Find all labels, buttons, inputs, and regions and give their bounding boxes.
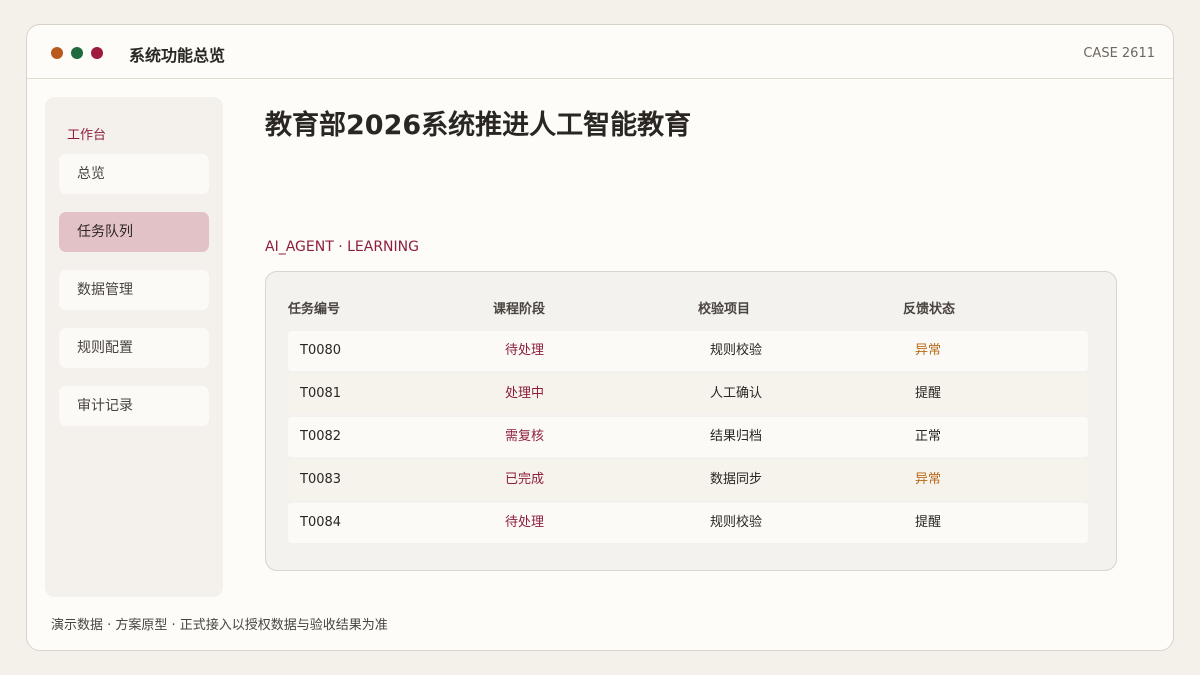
table-row[interactable]: T0081 处理中 人工确认 提醒 [288,374,1088,414]
task-table: 任务编号 课程阶段 校验项目 反馈状态 T0080 待处理 规则校验 异常 T0… [265,271,1117,571]
cell-task-id: T0083 [300,472,342,487]
cell-feedback-status: 正常 [915,429,942,444]
column-header-task-id[interactable]: 任务编号 [288,298,340,317]
table-row[interactable]: T0082 需复核 结果归档 正常 [288,417,1088,457]
cell-course-stage: 已完成 [505,472,545,487]
window-dot-orange[interactable] [51,47,63,59]
window-title: 系统功能总览 [129,46,226,65]
cell-course-stage: 处理中 [505,386,545,401]
sidebar-item-audit-log[interactable]: 审计记录 [59,386,209,426]
cell-feedback-status: 提醒 [915,515,942,530]
column-header-check-item[interactable]: 校验项目 [698,298,750,317]
cell-course-stage: 待处理 [505,515,545,530]
cell-course-stage: 需复核 [505,429,545,444]
sidebar-item-overview[interactable]: 总览 [59,154,209,194]
page-title: 教育部2026系统推进人工智能教育 [265,110,692,141]
column-header-feedback-status[interactable]: 反馈状态 [903,298,955,317]
sidebar: 工作台 总览 任务队列 数据管理 规则配置 审计记录 [45,97,223,597]
cell-feedback-status: 提醒 [915,386,942,401]
sidebar-section-label: 工作台 [67,128,107,143]
app-window: 系统功能总览 CASE 2611 工作台 总览 任务队列 数据管理 规则配置 审… [26,24,1174,651]
cell-check-item: 人工确认 [710,386,763,401]
section-tagline: AI_AGENT · LEARNING [265,239,419,255]
cell-check-item: 数据同步 [710,472,763,487]
cell-feedback-status: 异常 [915,472,942,487]
cell-task-id: T0082 [300,429,342,444]
cell-check-item: 规则校验 [710,343,763,358]
cell-task-id: T0081 [300,386,342,401]
table-row[interactable]: T0083 已完成 数据同步 异常 [288,460,1088,500]
sidebar-item-task-queue[interactable]: 任务队列 [59,212,209,252]
cell-task-id: T0084 [300,515,342,530]
cell-task-id: T0080 [300,343,342,358]
cell-feedback-status: 异常 [915,343,942,358]
window-dot-green[interactable] [71,47,83,59]
sidebar-item-rule-config[interactable]: 规则配置 [59,328,209,368]
sidebar-item-data-management[interactable]: 数据管理 [59,270,209,310]
case-id: CASE 2611 [1083,46,1155,61]
footer-disclaimer: 演示数据 · 方案原型 · 正式接入以授权数据与验收结果为准 [51,618,388,633]
table-row[interactable]: T0080 待处理 规则校验 异常 [288,331,1088,371]
cell-check-item: 规则校验 [710,515,763,530]
cell-check-item: 结果归档 [710,429,763,444]
cell-course-stage: 待处理 [505,343,545,358]
table-row[interactable]: T0084 待处理 规则校验 提醒 [288,503,1088,543]
title-bar: 系统功能总览 CASE 2611 [27,25,1173,79]
window-dot-red[interactable] [91,47,103,59]
column-header-course-stage[interactable]: 课程阶段 [493,298,545,317]
